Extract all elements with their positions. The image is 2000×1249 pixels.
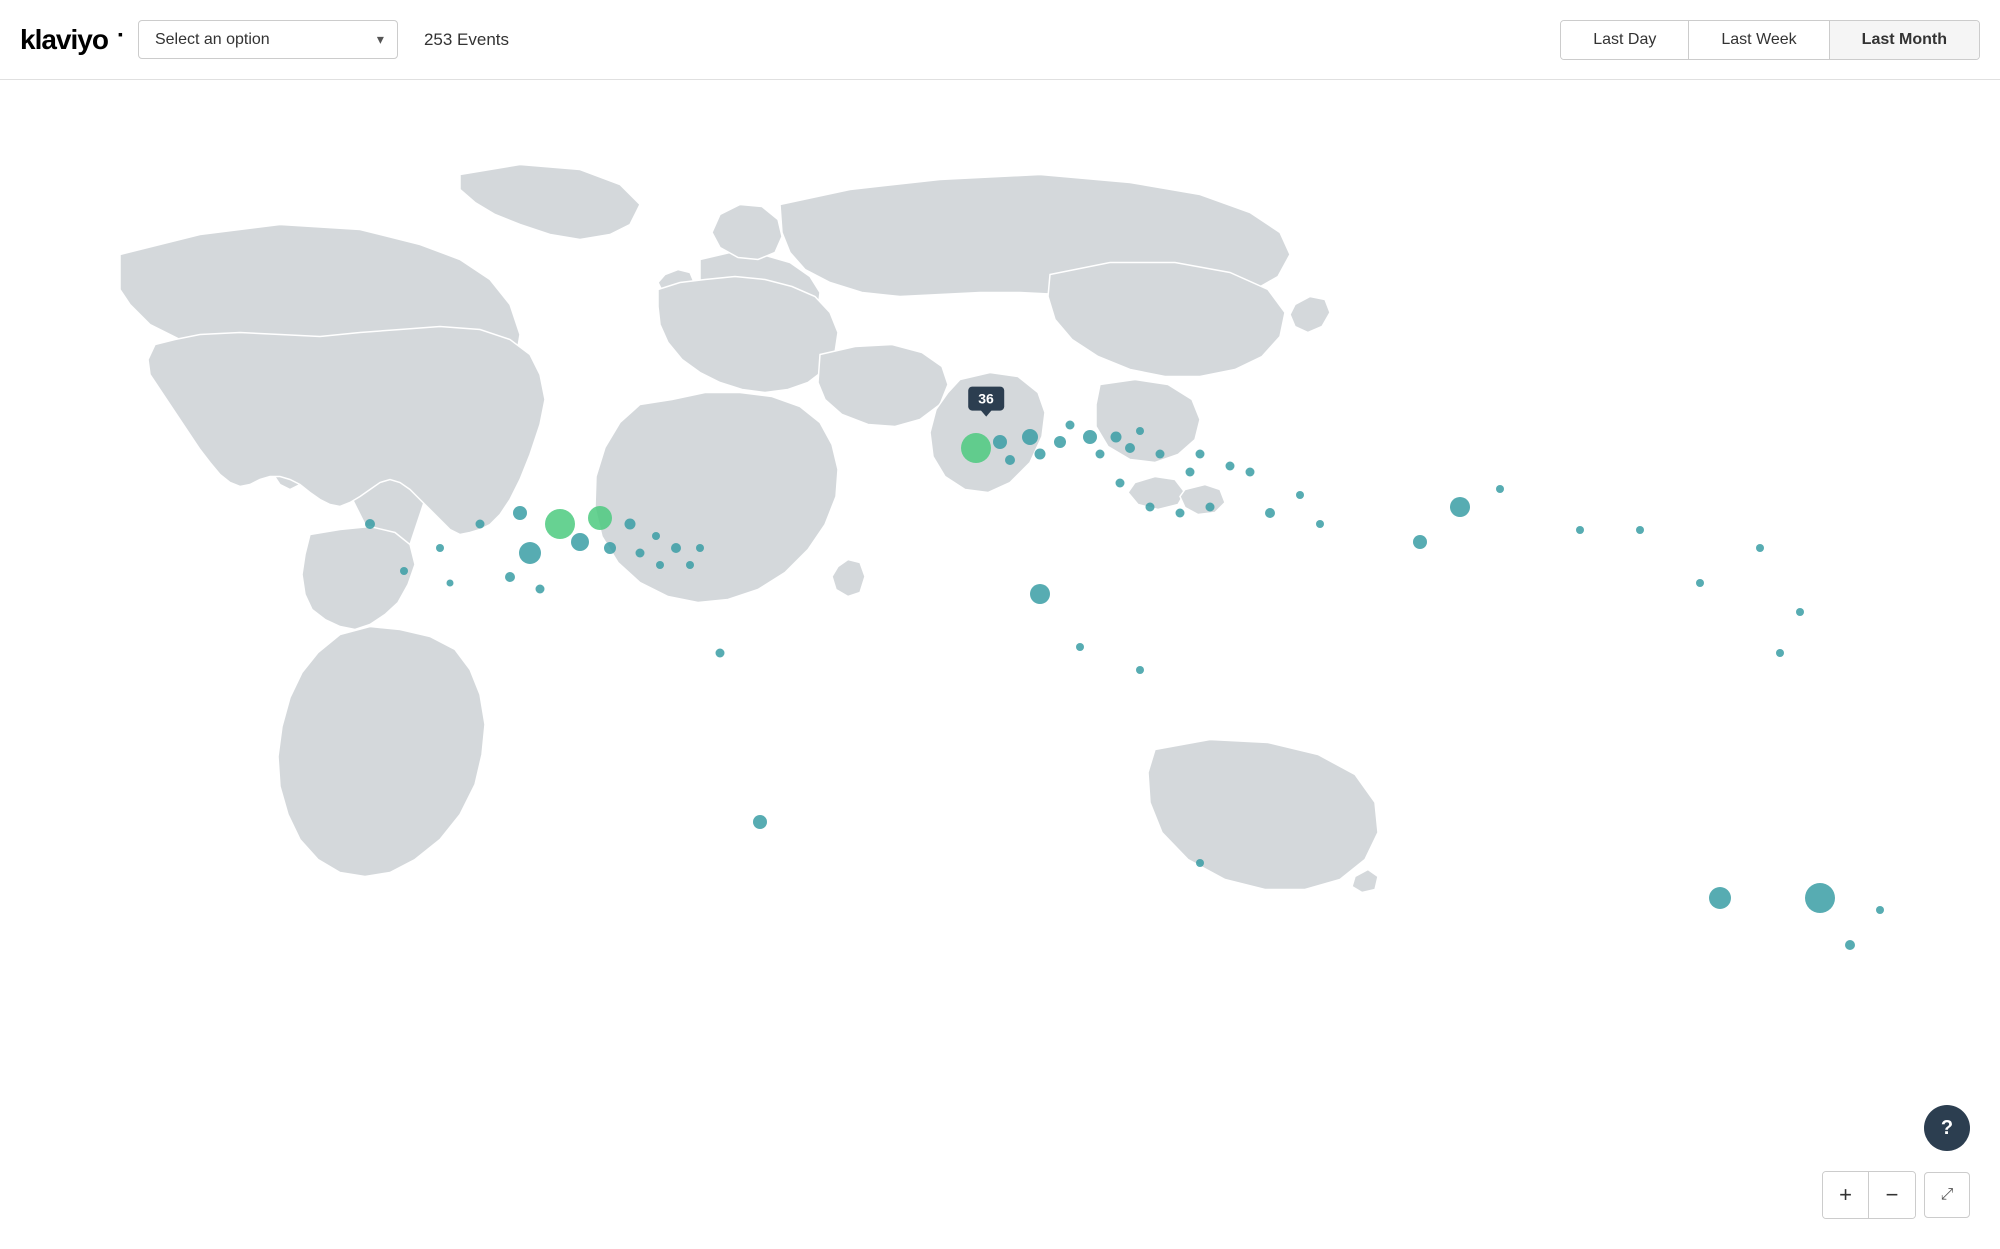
logo: klaviyo <box>20 24 108 56</box>
zoom-in-button[interactable]: + <box>1823 1172 1869 1218</box>
expand-button[interactable]: ⤢ <box>1924 1172 1970 1218</box>
help-button[interactable]: ? <box>1924 1105 1970 1151</box>
option-select[interactable]: Select an option <box>138 20 398 59</box>
world-map-svg <box>0 80 2000 1249</box>
map-controls: ? + − ⤢ <box>1822 1105 1970 1219</box>
time-button-group: Last Day Last Week Last Month <box>1560 20 1980 60</box>
event-count: 253 Events <box>424 30 509 50</box>
header: klaviyo Select an option ▾ 253 Events La… <box>0 0 2000 80</box>
zoom-out-button[interactable]: − <box>1869 1172 1915 1218</box>
map-container[interactable]: 36 ? + − ⤢ <box>0 80 2000 1249</box>
last-week-button[interactable]: Last Week <box>1689 21 1829 59</box>
select-wrapper: Select an option ▾ <box>138 20 398 59</box>
zoom-expand-row: + − ⤢ <box>1822 1171 1970 1219</box>
zoom-controls: + − <box>1822 1171 1916 1219</box>
last-day-button[interactable]: Last Day <box>1561 21 1689 59</box>
last-month-button[interactable]: Last Month <box>1830 21 1979 59</box>
